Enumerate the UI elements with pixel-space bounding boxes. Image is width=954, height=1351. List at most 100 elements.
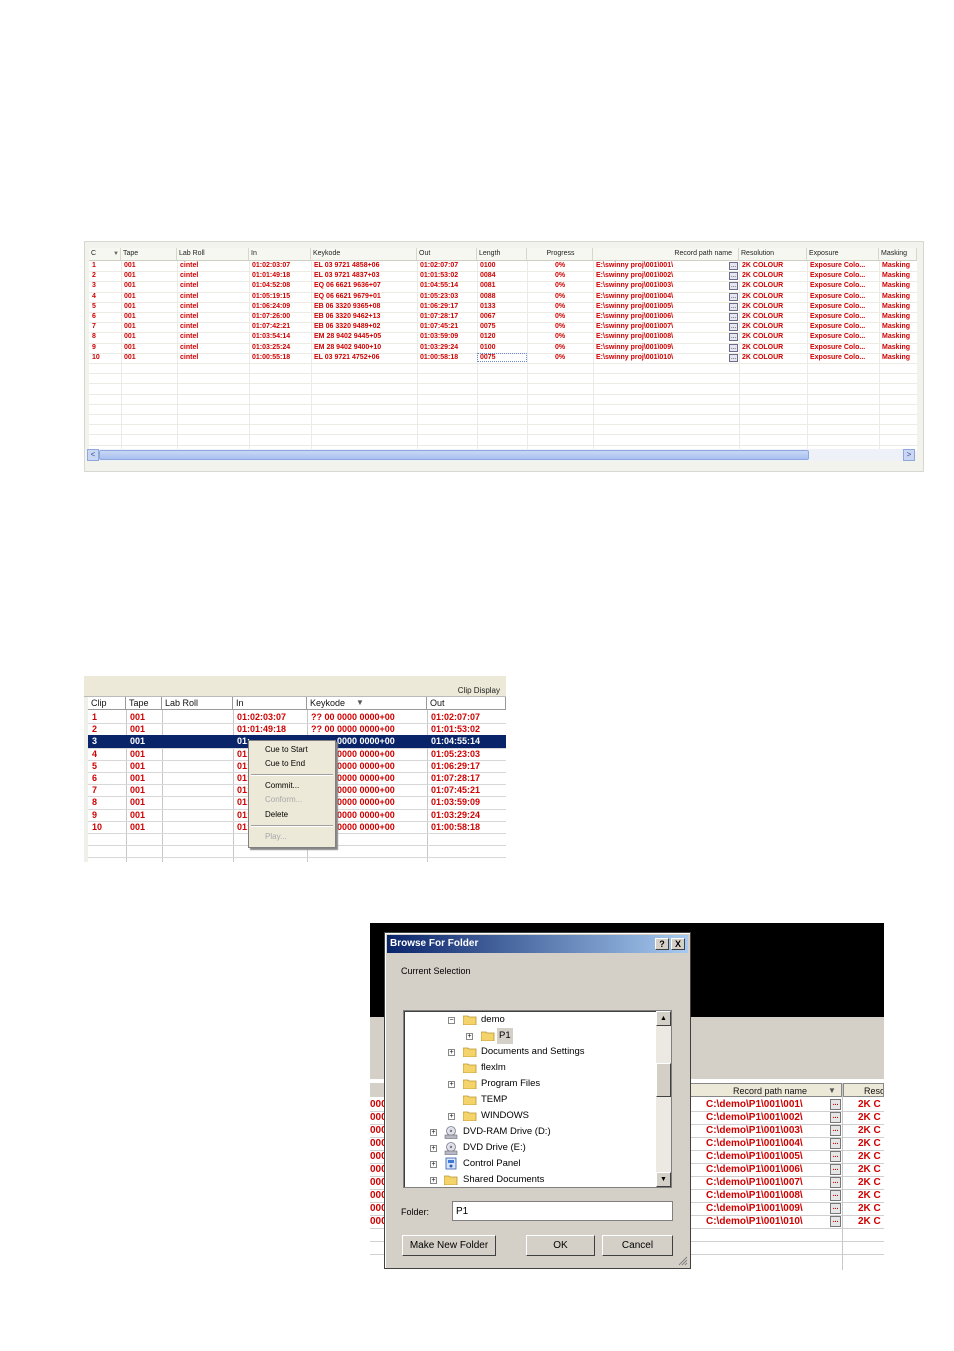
menu-cue-to-start[interactable]: Cue to Start — [249, 743, 335, 756]
column-header-resolution[interactable]: Reso — [843, 1083, 884, 1097]
column-header-out[interactable]: Out — [427, 697, 506, 710]
tree-node-documents-and-settings[interactable]: Documents and Settings — [481, 1044, 585, 1060]
browse-path-button[interactable]: ... — [729, 333, 738, 342]
resize-grip-icon[interactable] — [678, 1256, 688, 1266]
column-header-exposure[interactable]: Exposure — [807, 248, 879, 260]
cell-tape: 001 — [130, 760, 146, 771]
browse-path-button[interactable]: ... — [729, 282, 738, 291]
cell-clip: 9 — [92, 809, 98, 820]
tree-node-program-files[interactable]: Program Files — [481, 1076, 540, 1092]
tree-node-control-panel[interactable]: Control Panel — [463, 1156, 521, 1172]
browse-path-button[interactable]: ... — [830, 1190, 841, 1201]
cell-out: 01:07:45:21 — [431, 785, 481, 796]
column-header-in[interactable]: In — [249, 248, 311, 260]
cell-resolution: 2K C — [858, 1177, 881, 1188]
cell-keykode: 0000 0000+00 — [337, 748, 395, 759]
browse-path-button[interactable]: ... — [830, 1125, 841, 1136]
ok-button[interactable]: OK — [526, 1235, 595, 1256]
browse-path-button[interactable]: ... — [830, 1203, 841, 1214]
scroll-right-button[interactable]: > — [903, 449, 915, 461]
tree-node-temp[interactable]: TEMP — [481, 1092, 507, 1108]
browse-path-button[interactable]: ... — [830, 1151, 841, 1162]
browse-path-button[interactable]: ... — [830, 1138, 841, 1149]
cell-masking: Masking — [882, 262, 911, 269]
column-header-keykode[interactable]: Keykode — [307, 697, 427, 710]
cell-tape: 001 — [124, 323, 136, 331]
expand-icon[interactable]: + — [466, 1033, 473, 1040]
table-row[interactable] — [89, 434, 917, 446]
browse-path-button[interactable]: ... — [729, 323, 738, 332]
browse-path-button[interactable]: ... — [830, 1112, 841, 1123]
browse-path-button[interactable]: ... — [729, 343, 738, 352]
tree-node-dvd-ram-drive[interactable]: DVD-RAM Drive (D:) — [463, 1124, 551, 1140]
folder-tree[interactable]: − demo + P1 + Documents and Settings fle… — [403, 1010, 672, 1188]
column-header-in[interactable]: In — [233, 697, 307, 710]
make-new-folder-button[interactable]: Make New Folder — [402, 1235, 496, 1256]
sort-arrow-icon: ▼ — [828, 1086, 836, 1095]
expand-icon[interactable]: + — [448, 1081, 455, 1088]
expand-icon[interactable]: + — [448, 1113, 455, 1120]
cancel-button[interactable]: Cancel — [602, 1235, 673, 1256]
cell-record-path: E:\swinny proj\001\003\ — [596, 282, 674, 290]
browse-path-button[interactable]: ... — [729, 302, 738, 311]
column-header-resolution[interactable]: Resolution — [739, 248, 807, 260]
tree-node-demo[interactable]: demo — [481, 1012, 505, 1028]
tree-node-flexlm[interactable]: flexlm — [481, 1060, 506, 1076]
horizontal-scrollbar[interactable]: < > — [87, 449, 915, 461]
expand-icon[interactable]: + — [448, 1049, 455, 1056]
table-row[interactable]: 2 001 01:01:49:18 ?? 00 0000 0000+00 01:01:5… — [88, 723, 506, 737]
column-header-clip[interactable]: Clip — [88, 697, 126, 710]
cell-c: 6 — [92, 313, 96, 320]
browse-path-button[interactable]: ... — [729, 292, 738, 301]
browse-path-button[interactable]: ... — [830, 1177, 841, 1188]
folder-input[interactable] — [452, 1201, 673, 1221]
column-header-tape[interactable]: Tape — [126, 697, 162, 710]
expand-icon[interactable]: + — [430, 1177, 437, 1184]
scroll-thumb[interactable] — [99, 450, 809, 460]
browse-path-button[interactable]: ... — [729, 262, 738, 270]
scroll-up-button[interactable]: ▲ — [656, 1011, 671, 1026]
scroll-left-button[interactable]: < — [87, 449, 99, 461]
column-header-record-path[interactable]: Record path name — [593, 248, 739, 260]
column-header-record-path[interactable]: Record path name — [690, 1083, 842, 1097]
tree-node-shared-documents[interactable]: Shared Documents — [463, 1172, 544, 1187]
column-header-masking[interactable]: Masking — [879, 248, 917, 260]
column-header-lab-roll[interactable]: Lab Roll — [162, 697, 233, 710]
tree-node-dvd-drive[interactable]: DVD Drive (E:) — [463, 1140, 526, 1156]
browse-path-button[interactable]: ... — [830, 1099, 841, 1110]
column-header-lab-roll[interactable]: Lab Roll — [177, 248, 249, 260]
expand-icon[interactable]: + — [430, 1145, 437, 1152]
cell-record-path: E:\swinny proj\001\006\ — [596, 313, 674, 320]
close-button[interactable]: X — [671, 938, 685, 950]
cell-c: 5 — [92, 302, 96, 310]
column-header-keykode[interactable]: Keykode — [311, 248, 417, 260]
column-header-tape[interactable]: Tape — [121, 248, 177, 260]
column-header-length[interactable]: Length — [477, 248, 527, 260]
scroll-thumb[interactable] — [656, 1063, 671, 1097]
cell-keykode: ?? 00 0000 0000+00 — [311, 712, 395, 722]
focused-cell[interactable] — [477, 353, 527, 362]
browse-path-button[interactable]: ... — [830, 1164, 841, 1175]
collapse-icon[interactable]: − — [448, 1017, 455, 1024]
expand-icon[interactable]: + — [430, 1161, 437, 1168]
browse-path-button[interactable]: ... — [729, 272, 738, 281]
menu-delete[interactable]: Delete — [249, 808, 335, 821]
tree-vertical-scrollbar[interactable]: ▲ ▼ — [656, 1011, 671, 1187]
column-header-out[interactable]: Out — [417, 248, 477, 260]
browse-path-button[interactable]: ... — [729, 353, 738, 362]
cell-resolution: 2K COLOUR — [742, 262, 784, 269]
cell-length: 0133 — [480, 302, 496, 310]
cell-record-path: E:\swinny proj\001\002\ — [596, 272, 674, 280]
browse-path-button[interactable]: ... — [830, 1216, 841, 1227]
browse-path-button[interactable]: ... — [729, 313, 738, 321]
menu-commit[interactable]: Commit... — [249, 779, 335, 792]
help-button[interactable]: ? — [655, 938, 669, 950]
column-header-progress[interactable]: Progress — [527, 248, 593, 260]
scroll-down-button[interactable]: ▼ — [656, 1172, 671, 1187]
tree-node-p1[interactable]: P1 — [497, 1028, 513, 1044]
menu-cue-to-end[interactable]: Cue to End — [249, 757, 335, 770]
tree-node-windows[interactable]: WINDOWS — [481, 1108, 529, 1124]
cell-tape: 001 — [124, 353, 136, 361]
cell-in: 01:01:49:18 — [237, 724, 287, 735]
expand-icon[interactable]: + — [430, 1129, 437, 1136]
